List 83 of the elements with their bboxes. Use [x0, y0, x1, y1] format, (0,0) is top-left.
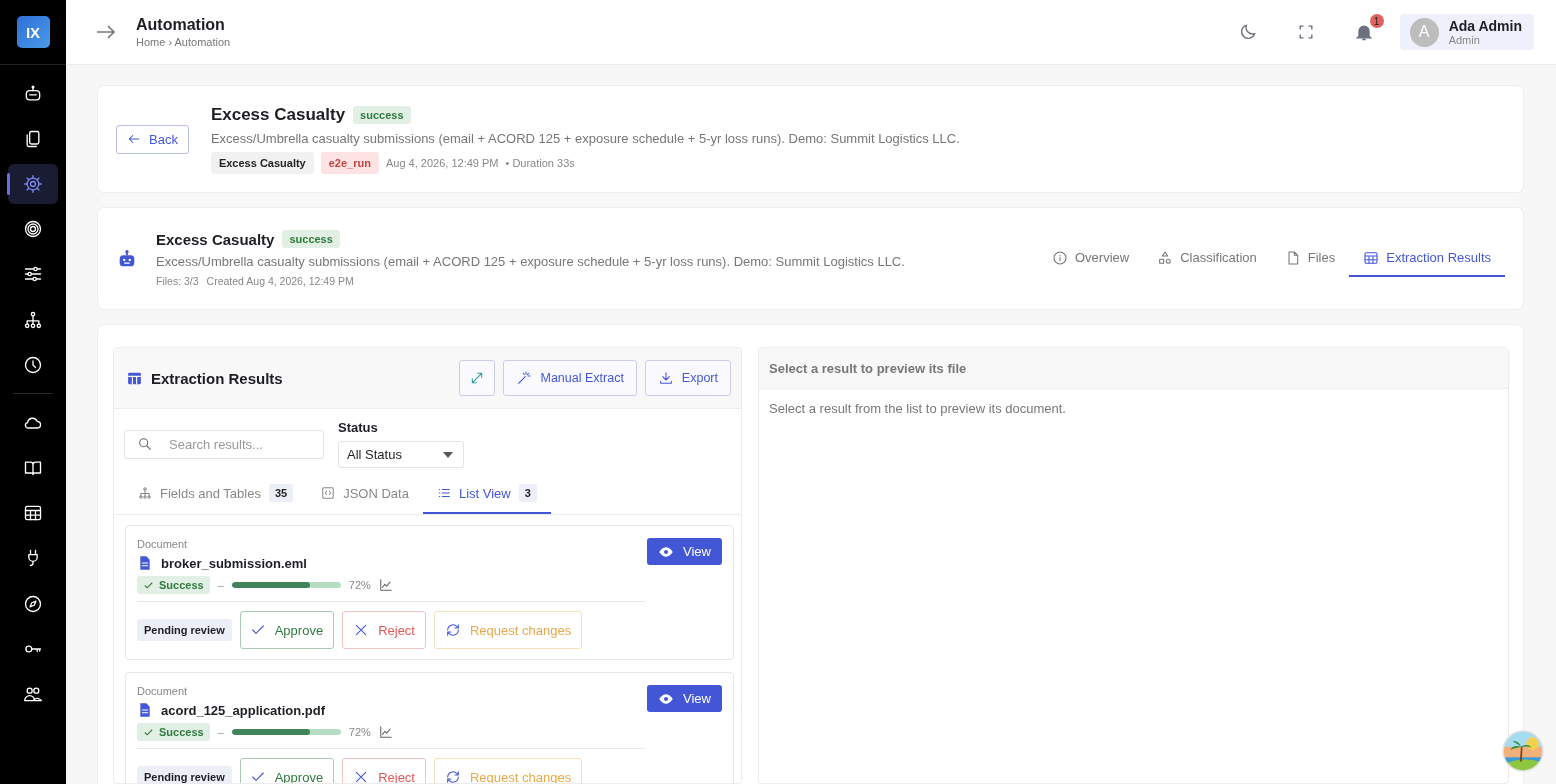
robot-icon	[23, 83, 43, 104]
status-label: Status	[338, 420, 379, 435]
page-title: Automation	[136, 16, 226, 34]
view-button[interactable]: View	[647, 538, 722, 565]
file-name: acord_125_application.pdf	[161, 702, 325, 718]
view-button[interactable]: View	[647, 685, 722, 712]
list-icon	[436, 486, 451, 500]
wand-icon	[516, 370, 533, 386]
confidence-percent: 72%	[348, 579, 371, 591]
view-tab[interactable]: List View 3	[422, 474, 551, 514]
back-button[interactable]: Back	[116, 124, 189, 154]
tab[interactable]: Classification	[1143, 240, 1271, 277]
target-icon	[23, 219, 43, 240]
file-name: broker_submission.eml	[161, 555, 307, 571]
tab-label: Fields and Tables	[160, 485, 261, 501]
run-time: Aug 4, 2026, 12:49 PM	[385, 156, 499, 169]
review-status: Pending review	[137, 619, 232, 641]
toolbar-button[interactable]: Export	[644, 360, 731, 396]
tab-label: JSON Data	[343, 485, 409, 501]
success-badge: Success	[137, 723, 210, 741]
count-badge: 35	[268, 484, 294, 502]
preview-message: Select a result from the list to preview its document.	[768, 400, 1067, 418]
caret-icon	[443, 451, 453, 458]
status-dropdown[interactable]: All Status	[338, 441, 464, 468]
refresh-icon	[445, 622, 461, 638]
document-icon	[137, 702, 153, 718]
run-title: Excess Casualty	[210, 104, 346, 125]
app-logo[interactable]: IX	[16, 16, 50, 48]
view-tab[interactable]: JSON Data	[307, 474, 423, 514]
run-duration: • Duration 33s	[505, 156, 575, 169]
automation-title: Excess Casualty	[156, 230, 275, 248]
review-action-button[interactable]: Reject	[342, 611, 426, 649]
view-tab[interactable]: Fields and Tables 35	[124, 474, 308, 514]
automation-description: Excess/Umbrella casualty submissions (email + ACORD 125 + exposure schedule + 5-yr loss runs). Demo: Summit Logistics LLC.	[156, 254, 906, 269]
notification-count: 1	[1369, 14, 1384, 28]
chart-icon	[378, 725, 393, 739]
dash: –	[217, 579, 224, 591]
files-count: Files: 3/3	[156, 275, 199, 287]
count-badge: 3	[518, 484, 537, 502]
tag: e2e_run	[320, 151, 379, 174]
tab[interactable]: Extraction Results	[1349, 240, 1505, 277]
tag: Excess Casualty	[210, 151, 314, 174]
user-name: Ada Admin	[1448, 18, 1522, 34]
code-icon	[321, 486, 336, 500]
table-icon	[1363, 249, 1380, 266]
info-icon	[1052, 249, 1068, 266]
confidence-percent: 72%	[348, 726, 371, 738]
download-icon	[657, 370, 674, 386]
document-label: Document	[137, 685, 189, 697]
tab-label: List View	[458, 485, 511, 501]
gear-icon	[23, 173, 43, 194]
run-description: Excess/Umbrella casualty submissions (email + ACORD 125 + exposure schedule + 5-yr loss runs). Demo: Summit Logistics LLC.	[210, 130, 960, 146]
status-badge: success	[282, 230, 340, 248]
compass-icon	[23, 593, 43, 614]
refresh-icon	[445, 769, 461, 783]
check-icon	[143, 726, 154, 738]
tab[interactable]: Overview	[1038, 240, 1144, 277]
review-status: Pending review	[137, 766, 232, 783]
panel-title: Extraction Results	[151, 369, 283, 387]
review-action-button[interactable]: Approve	[239, 611, 335, 649]
dash: –	[217, 726, 224, 738]
check-icon	[143, 579, 154, 591]
user-menu[interactable]: A Ada Admin Admin	[1399, 14, 1534, 50]
tab[interactable]: Files	[1270, 240, 1350, 277]
user-role: Admin	[1448, 34, 1481, 46]
arrow-left-icon	[127, 132, 141, 146]
breadcrumb: Home › Automation	[136, 36, 231, 48]
check-icon	[249, 769, 266, 783]
hierarchy-icon	[23, 309, 43, 330]
clock-icon	[23, 354, 43, 375]
document-icon	[137, 555, 153, 571]
success-badge: Success	[137, 576, 210, 594]
document-label: Document	[137, 538, 189, 550]
toolbar-button[interactable]: Manual Extract	[503, 360, 637, 396]
chart-icon	[378, 578, 393, 592]
status-badge: success	[353, 105, 411, 124]
search-icon	[137, 436, 153, 452]
hierarchy-icon	[138, 486, 152, 500]
preview-title: Select a result to preview its file	[759, 348, 1508, 389]
avatar: A	[1409, 17, 1439, 47]
shapes-icon	[1157, 249, 1174, 266]
created-date: Created Aug 4, 2026, 12:49 PM	[206, 275, 354, 287]
search-field[interactable]: Search results...	[124, 430, 324, 459]
